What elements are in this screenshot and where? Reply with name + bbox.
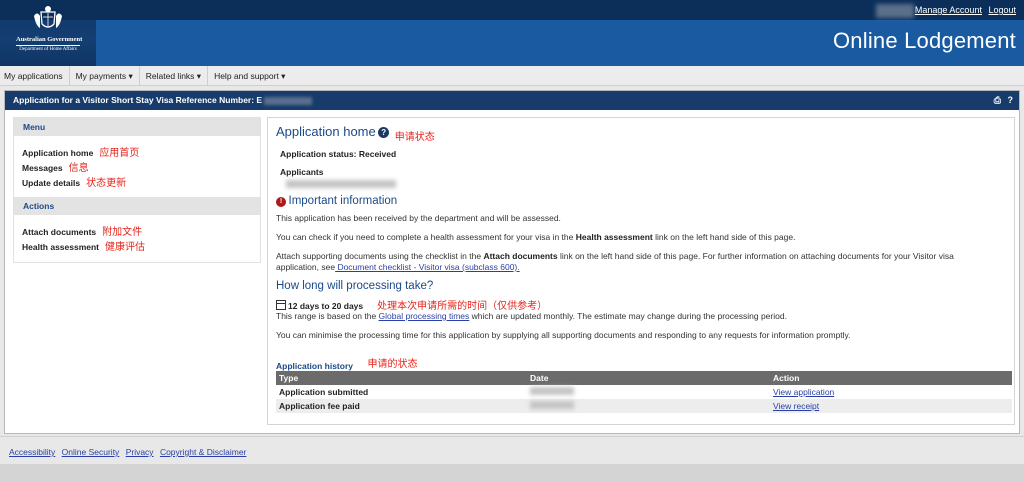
attach-documents-ref: Attach documents xyxy=(483,251,558,261)
header-top-strip xyxy=(0,0,1024,20)
annotation: 应用首页 xyxy=(99,148,140,159)
row-type: Application fee paid xyxy=(276,399,527,413)
panel-title: Application for a Visitor Short Stay Vis… xyxy=(13,95,263,105)
applicant-name-redacted xyxy=(286,180,396,188)
manage-account-link[interactable]: Manage Account xyxy=(915,5,982,15)
processing-time: 12 days to 20 days xyxy=(288,301,364,311)
table-row: Application submitted View application xyxy=(276,385,1012,399)
title-annotation: 申请状态 xyxy=(394,132,435,143)
application-panel: Application for a Visitor Short Stay Vis… xyxy=(4,90,1020,434)
username-redacted xyxy=(876,4,914,18)
page-title: Application home xyxy=(276,124,376,139)
sidebar-item-update-details[interactable]: Update details 状态更新 xyxy=(22,176,252,191)
info-paragraph-2: You can check if you need to complete a … xyxy=(276,232,1006,243)
gov-name: Australian Government xyxy=(16,36,83,43)
nav-help-support[interactable]: Help and support ▾ xyxy=(208,66,291,86)
table-row: Application fee paid View receipt xyxy=(276,399,1012,413)
calendar-icon xyxy=(276,300,286,310)
panel-icons: ⎙ ? xyxy=(990,91,1013,110)
sidebar-item-label: Application home xyxy=(22,148,94,158)
accessibility-link[interactable]: Accessibility xyxy=(9,447,55,457)
menu-list: Application home 应用首页 Messages 信息 Update d… xyxy=(14,136,260,195)
annotation: 健康评估 xyxy=(105,242,146,253)
p2-text-end: link on the left hand side of this page. xyxy=(652,232,796,242)
row-date-redacted xyxy=(527,385,770,399)
copyright-link[interactable]: Copyright & Disclaimer xyxy=(160,447,246,457)
help-icon[interactable]: ? xyxy=(1008,95,1014,105)
health-assessment-ref: Health assessment xyxy=(575,232,653,242)
nav-my-applications[interactable]: My applications xyxy=(0,65,70,86)
row-action: View application xyxy=(770,385,1012,399)
sidebar-item-label: Update details xyxy=(22,178,81,188)
sidebar-item-label: Health assessment xyxy=(22,242,100,252)
row-type: Application submitted xyxy=(276,385,527,399)
alert-icon: ! xyxy=(276,197,286,207)
site-footer: Accessibility Online Security Privacy Co… xyxy=(0,436,1024,464)
annotation: 附加文件 xyxy=(102,227,143,238)
info-paragraph-4: This range is based on the Global proces… xyxy=(276,311,1006,322)
actions-heading: Actions xyxy=(14,197,260,215)
history-heading: Application history xyxy=(276,361,353,371)
sidebar-item-label: Messages xyxy=(22,163,63,173)
government-crest-logo: Australian Government Department of Home… xyxy=(16,4,83,60)
processing-heading: How long will processing take? xyxy=(276,280,434,292)
view-receipt-link[interactable]: View receipt xyxy=(773,401,819,411)
document-checklist-link[interactable]: Document checklist - Visitor visa (subcl… xyxy=(335,262,519,272)
global-processing-times-link[interactable]: Global processing times xyxy=(379,311,470,321)
sidebar-item-health-assessment[interactable]: Health assessment 健康评估 xyxy=(22,240,252,255)
logout-link[interactable]: Logout xyxy=(988,5,1016,15)
nav-my-payments[interactable]: My payments ▾ xyxy=(70,65,140,86)
info-paragraph-5: You can minimise the processing time for… xyxy=(276,330,851,340)
p3-text: Attach supporting documents using the ch… xyxy=(276,251,484,261)
print-icon[interactable]: ⎙ xyxy=(994,95,1001,105)
col-date: Date xyxy=(527,371,770,385)
footer-bottom-bar xyxy=(0,464,1024,482)
info-paragraph-3: Attach supporting documents using the ch… xyxy=(276,251,986,273)
privacy-link[interactable]: Privacy xyxy=(126,447,154,457)
actions-list: Attach documents 附加文件 Health assessment 健康… xyxy=(14,215,260,259)
menu-heading: Menu xyxy=(14,118,260,136)
question-icon[interactable]: ? xyxy=(378,127,390,138)
col-action: Action xyxy=(770,371,1012,385)
annotation: 信息 xyxy=(68,163,89,174)
panel-header: Application for a Visitor Short Stay Vis… xyxy=(5,91,1019,110)
dept-name: Department of Home Affairs xyxy=(16,45,80,52)
annotation: 状态更新 xyxy=(86,178,127,189)
nav-related-links[interactable]: Related links ▾ xyxy=(140,65,209,86)
account-links: Manage Account Logout xyxy=(911,5,1016,15)
history-header-row: Type Date Action xyxy=(276,371,1012,385)
history-table: Type Date Action Application submitted V… xyxy=(276,371,1012,413)
sidebar-item-attach-documents[interactable]: Attach documents 附加文件 xyxy=(22,225,252,240)
history-annotation: 申请的状态 xyxy=(367,359,418,370)
footer-links: Accessibility Online Security Privacy Co… xyxy=(9,447,250,457)
crest-icon xyxy=(34,6,62,28)
view-application-link[interactable]: View application xyxy=(773,387,834,397)
sidebar: Menu Application home 应用首页 Messages 信息 Upd… xyxy=(13,117,261,263)
app-title: Online Lodgement xyxy=(833,28,1016,53)
sidebar-item-application-home[interactable]: Application home 应用首页 xyxy=(22,146,252,161)
main-nav: My applications My payments ▾ Related li… xyxy=(0,65,1024,86)
online-security-link[interactable]: Online Security xyxy=(62,447,120,457)
site-header: Australian Government Department of Home… xyxy=(0,0,1024,66)
info-paragraph-1: This application has been received by th… xyxy=(276,213,561,223)
important-heading: Important information xyxy=(288,195,398,207)
col-type: Type xyxy=(276,371,527,385)
row-date-redacted xyxy=(527,399,770,413)
applicants-label: Applicants xyxy=(280,167,324,177)
processing-time-row: 12 days to 20 days 处理本次申请所需的时间（仅供参考） xyxy=(276,297,547,312)
row-action: View receipt xyxy=(770,399,1012,413)
application-status: Application status: Received xyxy=(280,149,397,159)
sidebar-item-label: Attach documents xyxy=(22,227,97,237)
p4-text: This range is based on the xyxy=(276,311,379,321)
sidebar-item-messages[interactable]: Messages 信息 xyxy=(22,161,252,176)
p4-text-end: which are updated monthly. The estimate … xyxy=(469,311,787,321)
reference-number-redacted xyxy=(264,96,313,105)
p2-text: You can check if you need to complete a … xyxy=(276,232,576,242)
main-content: Application home ? 申请状态 Application stat… xyxy=(267,117,1015,425)
